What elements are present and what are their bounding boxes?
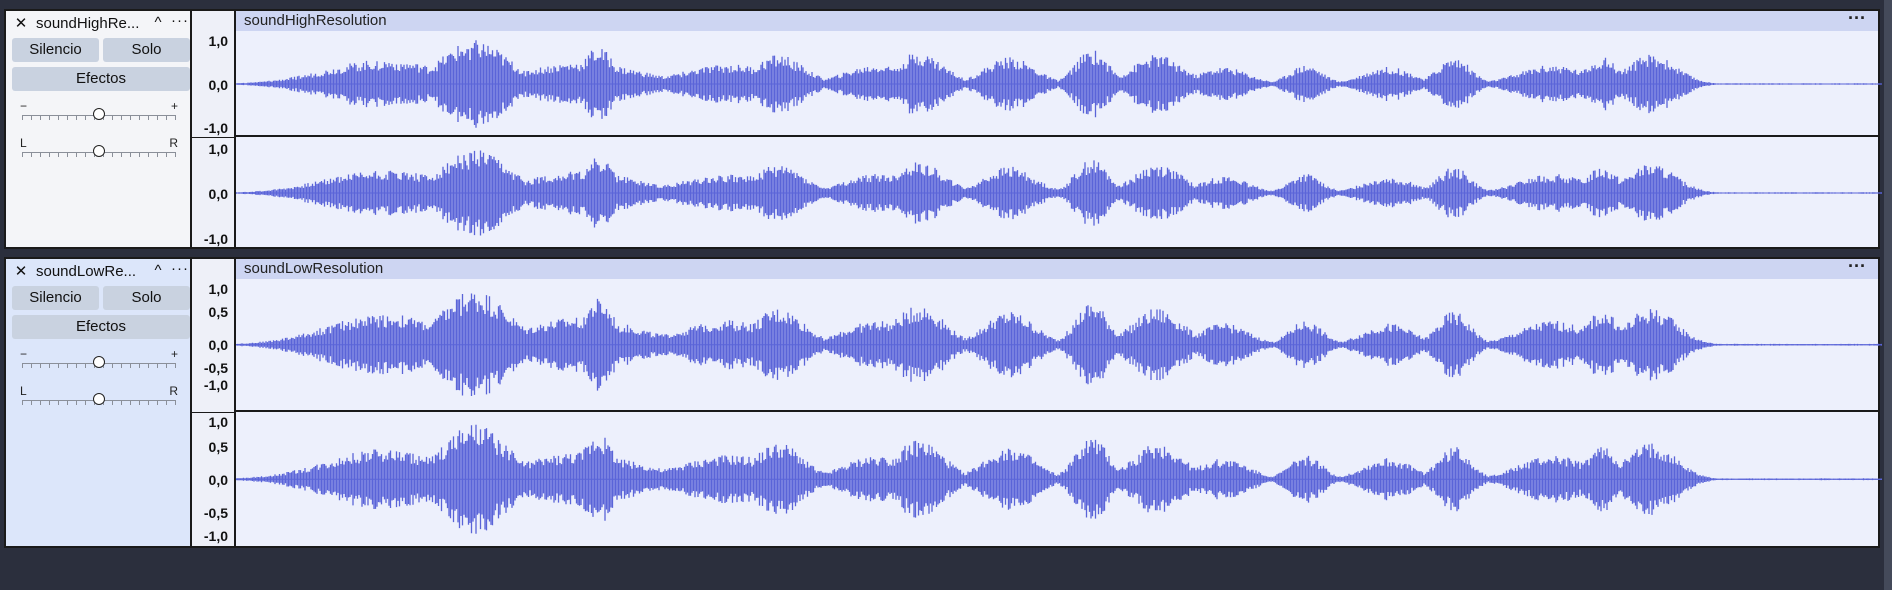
pan-right-label: R — [169, 136, 178, 150]
more-icon[interactable]: ··· — [170, 12, 190, 29]
scale-label: 0,5 — [208, 304, 228, 320]
channel-divider — [236, 410, 1878, 412]
scale-label: 1,0 — [208, 414, 228, 430]
track-control-panel[interactable]: ✕ soundLowRe... ^ ··· Silencio Solo Efec… — [4, 257, 192, 548]
pan-slider-knob[interactable] — [93, 393, 105, 405]
chevron-up-icon[interactable]: ^ — [150, 14, 166, 31]
amplitude-ruler: 1,0 0,0 -1,0 1,0 0,0 -1,0 — [192, 9, 234, 249]
more-icon[interactable]: ··· — [170, 260, 190, 277]
scale-label: -1,0 — [203, 231, 228, 247]
vertical-scrollbar[interactable] — [1884, 0, 1892, 590]
pan-left-label: L — [20, 136, 27, 150]
amplitude-ruler: 1,0 0,5 0,0 -0,5 -1,0 1,0 0,5 0,0 -0,5 -… — [192, 257, 234, 548]
track-control-panel[interactable]: ✕ soundHighRe... ^ ··· Silencio Solo Efe… — [4, 9, 192, 249]
effects-button[interactable]: Efectos — [12, 67, 190, 91]
gain-minus-label: − — [20, 347, 28, 361]
track-name[interactable]: soundHighRe... — [36, 15, 154, 32]
scale-label: 1,0 — [208, 281, 228, 297]
scale-label: 1,0 — [208, 141, 228, 157]
gain-slider[interactable]: − + — [16, 99, 184, 129]
gain-slider-knob[interactable] — [93, 356, 105, 368]
scale-label: -0,5 — [203, 505, 228, 521]
scale-label: -1,0 — [203, 377, 228, 393]
track-soundHighResolution: ✕ soundHighRe... ^ ··· Silencio Solo Efe… — [4, 8, 1890, 249]
pan-right-label: R — [169, 384, 178, 398]
pan-left-label: L — [20, 384, 27, 398]
solo-button[interactable]: Solo — [103, 38, 190, 62]
scale-label: -1,0 — [203, 120, 228, 136]
gain-slider[interactable]: − + — [16, 347, 184, 377]
pan-slider[interactable]: L R — [16, 384, 184, 414]
gain-plus-label: + — [170, 99, 178, 113]
scale-label: 0,5 — [208, 439, 228, 455]
scale-label: -0,5 — [203, 360, 228, 376]
gain-plus-label: + — [170, 347, 178, 361]
mute-button[interactable]: Silencio — [12, 38, 99, 62]
waveform — [236, 293, 1882, 534]
scale-label: 1,0 — [208, 33, 228, 49]
track-name[interactable]: soundLowRe... — [36, 263, 154, 280]
scale-label: 0,0 — [208, 77, 228, 93]
pan-slider[interactable]: L R — [16, 136, 184, 166]
scale-label: -1,0 — [203, 528, 228, 544]
scale-label: 0,0 — [208, 186, 228, 202]
scale-label: 0,0 — [208, 337, 228, 353]
close-icon[interactable]: ✕ — [12, 262, 30, 280]
gain-slider-knob[interactable] — [93, 108, 105, 120]
effects-button[interactable]: Efectos — [12, 315, 190, 339]
audio-clip[interactable]: soundHighResolution ··· — [234, 8, 1882, 249]
close-icon[interactable]: ✕ — [12, 14, 30, 32]
waveform — [236, 40, 1882, 236]
pan-slider-knob[interactable] — [93, 145, 105, 157]
channel-divider — [236, 135, 1878, 137]
track-header: ✕ soundLowRe... ^ ··· — [6, 260, 190, 280]
track-soundLowResolution: ✕ soundLowRe... ^ ··· Silencio Solo Efec… — [4, 256, 1890, 548]
scale-label: 0,0 — [208, 472, 228, 488]
track-header: ✕ soundHighRe... ^ ··· — [6, 12, 190, 32]
mute-button[interactable]: Silencio — [12, 286, 99, 310]
solo-button[interactable]: Solo — [103, 286, 190, 310]
audio-clip[interactable]: soundLowResolution ··· — [234, 256, 1882, 548]
chevron-up-icon[interactable]: ^ — [150, 262, 166, 279]
gain-minus-label: − — [20, 99, 28, 113]
